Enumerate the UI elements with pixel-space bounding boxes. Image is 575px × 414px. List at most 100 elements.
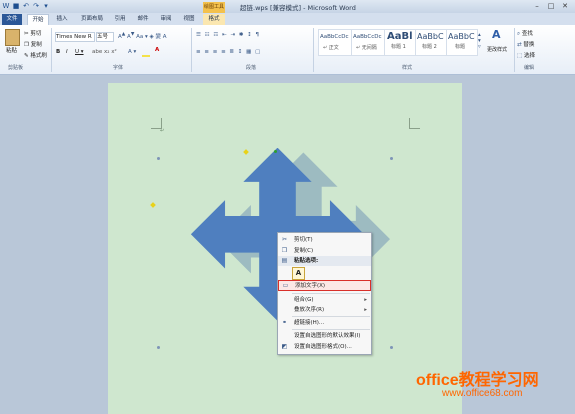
tab-view[interactable]: 视图 (179, 14, 199, 25)
style-heading-2[interactable]: AaBbC 标题 2 (415, 29, 447, 56)
menu-item-cut[interactable]: ✂ 剪切(T) (278, 235, 371, 245)
resize-handle[interactable] (157, 346, 160, 349)
style-heading-1[interactable]: AaBl 标题 1 (384, 29, 416, 56)
replace-label: 替换 (523, 42, 535, 48)
tab-page-layout[interactable]: 页面布局 (77, 14, 107, 25)
styles-scroll-icon[interactable]: ▴ ▾ ▿ (478, 32, 481, 50)
window-title: 超链.wps [兼容模式] - Microsoft Word (240, 4, 356, 12)
find-icon: ⌕ (517, 31, 521, 37)
rotation-handle[interactable] (274, 150, 277, 153)
menu-item-label: 叠放次序(R) (294, 307, 325, 313)
menu-item-label: 超链接(H)... (294, 320, 325, 326)
save-icon[interactable]: ■ (12, 2, 20, 10)
font-size-select[interactable]: 五号 (96, 32, 114, 42)
format-shape-icon: ◩ (281, 343, 288, 350)
menu-item-label: 剪切(T) (294, 237, 313, 243)
qat-dropdown-icon[interactable]: ▾ (42, 2, 50, 10)
menu-item-label: 组合(G) (294, 297, 314, 303)
menu-item-format-shape[interactable]: ◩ 设置自选图形格式(O)... (278, 342, 371, 352)
strikethrough-sub-sup-icons[interactable]: abe x₂ x² (92, 49, 117, 55)
paste-icon: ▤ (281, 257, 288, 264)
tab-home[interactable]: 开始 (27, 14, 49, 25)
style-preview: AaBl (387, 31, 413, 42)
margin-corner-mark (409, 118, 420, 129)
menu-item-hyperlink[interactable]: ⚭ 超链接(H)... (278, 318, 371, 328)
tab-references[interactable]: 引用 (110, 14, 130, 25)
style-no-spacing[interactable]: AaBbCcDc ↵ 无间隔 (351, 29, 385, 56)
resize-handle[interactable] (390, 157, 393, 160)
underline-button[interactable]: U ▾ (75, 49, 84, 55)
font-name-select[interactable]: Times New R (55, 32, 95, 42)
italic-button[interactable]: I (66, 49, 68, 55)
select-icon: ⬚ (517, 53, 523, 59)
format-painter-button[interactable]: ✎ 格式刷 (24, 51, 47, 59)
watermark-title: office教程学习网 (416, 372, 539, 389)
change-styles-button[interactable]: 更改样式 (487, 46, 507, 53)
cut-button[interactable]: ✂ 剪切 (24, 29, 41, 37)
paste-icon[interactable] (5, 29, 20, 46)
copy-icon: ❐ (24, 42, 29, 48)
style-preview: AaBbCcDc (353, 34, 382, 40)
bold-button[interactable]: B (56, 49, 60, 55)
menu-item-add-text[interactable]: ▭ 添加文字(X) (278, 280, 371, 291)
style-title[interactable]: AaBbC 标题 (446, 29, 478, 56)
style-label: 标题 (455, 44, 466, 50)
clipboard-group-label: 剪贴板 (8, 65, 24, 71)
menu-item-group[interactable]: 组合(G) ▸ (278, 295, 371, 305)
word-logo-icon: W (2, 2, 10, 10)
menu-item-label: 粘贴选项: (294, 258, 319, 264)
menu-item-copy[interactable]: ❐ 复制(C) (278, 246, 371, 256)
menu-item-label: 复制(C) (294, 248, 314, 254)
font-grow-shrink-icons[interactable]: A▲ A▼ Aa ▾ ◈ 變 A (118, 32, 166, 40)
tab-mailings[interactable]: 邮件 (133, 14, 153, 25)
redo-icon[interactable]: ↷ (32, 2, 40, 10)
maximize-button[interactable]: □ (544, 1, 558, 11)
find-button[interactable]: ⌕ 查找 (517, 29, 533, 38)
paragraph-group-label: 段落 (246, 65, 257, 71)
find-label: 查找 (521, 31, 533, 37)
highlight-color-icon[interactable] (142, 55, 150, 57)
resize-handle[interactable] (390, 346, 393, 349)
format-painter-label: 格式刷 (30, 53, 47, 59)
list-indent-icons[interactable]: ☰ ☷ ☶ ⇤ ⇥ ✱ ↕ ¶ (196, 32, 260, 38)
replace-button[interactable]: ⇄ 替换 (517, 40, 534, 48)
menu-separator (292, 329, 370, 330)
tab-insert[interactable]: 插入 (52, 14, 72, 25)
textbox-icon: ▭ (282, 282, 289, 289)
tab-format[interactable]: 格式 (203, 14, 225, 25)
menu-paste-options-header: ▤ 粘贴选项: (278, 256, 371, 266)
paste-button[interactable]: 粘贴 (6, 46, 17, 54)
replace-icon: ⇄ (517, 42, 522, 48)
context-menu: ✂ 剪切(T) ❐ 复制(C) ▤ 粘贴选项: A ▭ 添加文字(X) 组合(G… (277, 232, 372, 355)
copy-button[interactable]: ❐ 复制 (24, 40, 42, 48)
cut-label: 剪切 (30, 31, 42, 37)
divider (514, 28, 515, 72)
style-label: 标题 1 (391, 44, 406, 50)
font-color-icon[interactable]: A (155, 47, 159, 53)
menu-item-order[interactable]: 叠放次序(R) ▸ (278, 305, 371, 315)
copy-label: 复制 (30, 42, 42, 48)
close-button[interactable]: ✕ (558, 1, 572, 11)
scissors-icon: ✂ (24, 31, 29, 37)
tab-review[interactable]: 审阅 (156, 14, 176, 25)
style-label: ↵ 正文 (323, 45, 339, 51)
menu-item-default-effect[interactable]: 设置自选图形的默认效果(I) (278, 331, 371, 341)
undo-icon[interactable]: ↶ (22, 2, 30, 10)
change-styles-icon[interactable]: A (492, 28, 501, 41)
menu-separator (292, 293, 370, 294)
tab-file[interactable]: 文件 (2, 14, 22, 25)
paste-keep-text-icon[interactable]: A (292, 267, 305, 280)
scissors-icon: ✂ (281, 236, 288, 243)
style-normal[interactable]: AaBbCcDc ↵ 正文 (318, 29, 352, 56)
divider (313, 28, 314, 72)
resize-handle[interactable] (157, 157, 160, 160)
text-effects-icon[interactable]: A ▾ (128, 49, 136, 55)
menu-item-label: 添加文字(X) (295, 283, 326, 289)
alignment-icons[interactable]: ≡ ≡ ≡ ≡ ≣ ↕ ▦ ▢ (196, 49, 261, 55)
style-preview: AaBbC (448, 32, 475, 41)
contextual-tab-group-label: 绘图工具 (203, 2, 225, 13)
minimize-button[interactable]: – (530, 1, 544, 11)
select-button[interactable]: ⬚ 选择 (517, 51, 535, 59)
submenu-arrow-icon: ▸ (364, 307, 367, 313)
divider (51, 28, 52, 72)
